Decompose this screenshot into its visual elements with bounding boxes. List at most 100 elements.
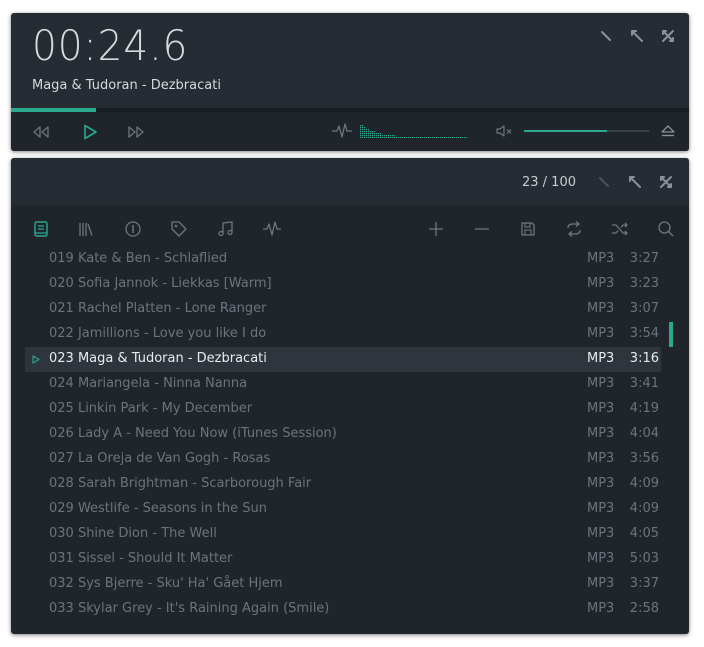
track-list: 019 Kate & Ben - Schlaflied MP3 3:27 020 So… [25,247,661,622]
track-row[interactable]: 033 Skylar Grey - It's Raining Again (Sm… [25,597,661,622]
seek-bar[interactable] [11,108,689,112]
track-row[interactable]: 020 Sofia Jannok - Liekkas [Warm] MP3 3:23 [25,272,661,297]
library-icon[interactable] [77,219,97,239]
save-icon[interactable] [518,219,538,239]
book-icon[interactable] [31,219,51,239]
spectrum-visualizer-icon [360,125,468,138]
track-row[interactable]: 027 La Oreja de Van Gogh - Rosas MP3 3:56 [25,447,661,472]
track-format: MP3 [587,576,615,591]
track-row[interactable]: 031 Sissel - Should It Matter MP3 5:03 [25,547,661,572]
track-duration: 4:09 [629,501,659,516]
track-name: 022 Jamillions - Love you like I do [49,326,267,341]
track-row[interactable]: 030 Shine Dion - The Well MP3 4:05 [25,522,661,547]
track-name: 033 Skylar Grey - It's Raining Again (Sm… [49,601,330,616]
maximize-icon[interactable] [657,173,675,191]
track-row[interactable]: 028 Sarah Brightman - Scarborough Fair MP… [25,472,661,497]
track-format: MP3 [587,526,615,541]
track-format: MP3 [587,426,615,441]
track-name: 023 Maga & Tudoran - Dezbracati [49,351,267,366]
track-duration: 3:56 [629,451,659,466]
track-format: MP3 [587,451,615,466]
elapsed-time: 00:24.6 [32,21,189,70]
track-row[interactable]: 024 Mariangela - Ninna Nanna MP3 3:41 [25,372,661,397]
track-row[interactable]: 021 Rachel Platten - Lone Ranger MP3 3:07 [25,297,661,322]
track-format: MP3 [587,601,615,616]
remove-icon[interactable] [472,219,492,239]
track-duration: 3:37 [629,576,659,591]
track-name: 021 Rachel Platten - Lone Ranger [49,301,267,316]
restore-icon[interactable] [628,27,646,45]
track-duration: 3:27 [629,251,659,266]
track-row[interactable]: 029 Westlife - Seasons in the Sun MP3 4:09 [25,497,661,522]
playlist-scrollbar[interactable] [669,247,673,622]
track-duration: 4:19 [629,401,659,416]
scrollbar-thumb[interactable] [669,322,673,347]
track-name: 026 Lady A - Need You Now (iTunes Sessio… [49,426,337,441]
track-duration: 4:04 [629,426,659,441]
shuffle-icon[interactable] [610,219,630,239]
mute-icon[interactable] [495,123,513,139]
player-window-controls [597,27,677,45]
track-row[interactable]: 023 Maga & Tudoran - Dezbracati MP3 3:16 [25,347,661,372]
transport-bar [11,108,689,151]
track-duration: 3:23 [629,276,659,291]
waveform-icon[interactable] [262,219,282,239]
restore-icon[interactable] [626,173,644,191]
fast-forward-icon[interactable] [126,123,146,141]
track-format: MP3 [587,301,615,316]
track-duration: 4:09 [629,476,659,491]
maximize-icon[interactable] [659,27,677,45]
track-duration: 3:54 [629,326,659,341]
track-name: 030 Shine Dion - The Well [49,526,217,541]
waveform-icon[interactable] [331,122,353,140]
current-track-title: Maga & Tudoran - Dezbracati [32,78,221,93]
music-note-icon[interactable] [216,219,236,239]
volume-slider[interactable] [524,130,649,132]
info-icon[interactable] [123,219,143,239]
track-format: MP3 [587,326,615,341]
track-row[interactable]: 022 Jamillions - Love you like I do MP3 3:… [25,322,661,347]
minimize-icon[interactable] [597,27,615,45]
repeat-icon[interactable] [564,219,584,239]
track-duration: 5:03 [629,551,659,566]
track-format: MP3 [587,476,615,491]
track-name: 020 Sofia Jannok - Liekkas [Warm] [49,276,272,291]
minimize-icon[interactable] [595,173,613,191]
track-format: MP3 [587,551,615,566]
track-name: 025 Linkin Park - My December [49,401,253,416]
track-format: MP3 [587,401,615,416]
track-format: MP3 [587,351,615,366]
playlist-window-controls [595,173,675,191]
track-duration: 3:41 [629,376,659,391]
track-name: 032 Sys Bjerre - Sku' Ha' Gået Hjem [49,576,283,591]
track-format: MP3 [587,251,615,266]
playlist-header: 23 / 100 [11,158,689,205]
track-format: MP3 [587,376,615,391]
track-format: MP3 [587,501,615,516]
track-row[interactable]: 026 Lady A - Need You Now (iTunes Sessio… [25,422,661,447]
volume-slider-fill [524,130,607,132]
track-name: 027 La Oreja de Van Gogh - Rosas [49,451,271,466]
playlist-panel: 23 / 100 019 Kate & Ben - Schlaflied MP3… [11,158,689,634]
playlist-toolbar [11,214,689,244]
track-name: 019 Kate & Ben - Schlaflied [49,251,228,266]
track-name: 031 Sissel - Should It Matter [49,551,233,566]
now-playing-icon [32,355,40,364]
track-row[interactable]: 019 Kate & Ben - Schlaflied MP3 3:27 [25,247,661,272]
track-name: 028 Sarah Brightman - Scarborough Fair [49,476,312,491]
player-panel: 00:24.6 Maga & Tudoran - Dezbracati [11,13,689,151]
track-row[interactable]: 032 Sys Bjerre - Sku' Ha' Gået Hjem MP3 3:… [25,572,661,597]
play-icon[interactable] [80,123,100,141]
seek-bar-fill [11,108,96,112]
eject-icon[interactable] [659,123,677,139]
rewind-icon[interactable] [31,123,51,141]
track-name: 029 Westlife - Seasons in the Sun [49,501,267,516]
tag-icon[interactable] [169,219,189,239]
track-duration: 2:58 [629,601,659,616]
track-format: MP3 [587,276,615,291]
search-icon[interactable] [656,219,676,239]
track-name: 024 Mariangela - Ninna Nanna [49,376,248,391]
track-duration: 3:07 [629,301,659,316]
track-row[interactable]: 025 Linkin Park - My December MP3 4:19 [25,397,661,422]
add-icon[interactable] [426,219,446,239]
